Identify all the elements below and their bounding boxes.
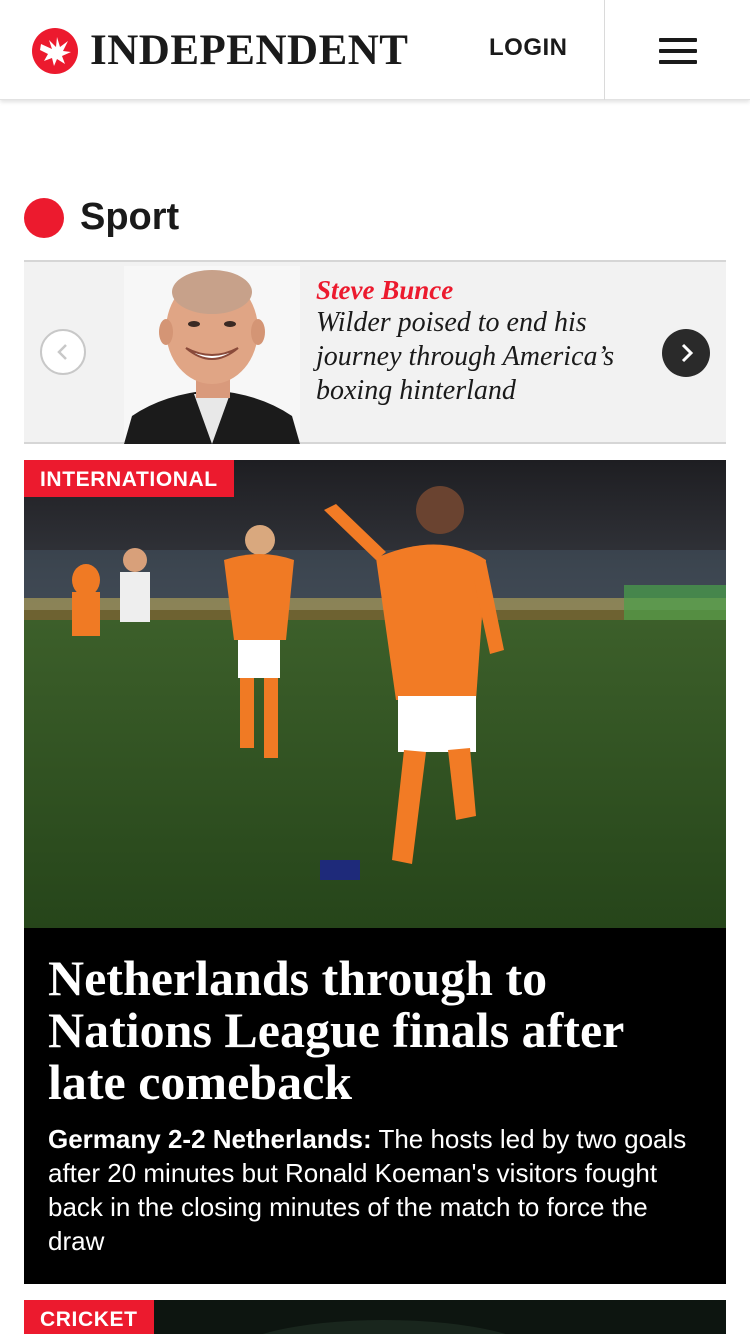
columnist-carousel: Steve Bunce Wilder poised to end his jou…: [24, 260, 726, 444]
section-dot-icon: [24, 198, 64, 238]
columnist-name: Steve Bunce: [316, 275, 454, 305]
carousel-article[interactable]: Steve Bunce Wilder poised to end his jou…: [316, 274, 616, 408]
chevron-right-icon: [681, 343, 694, 363]
columnist-portrait[interactable]: [124, 266, 300, 444]
lead-article-title: Netherlands through to Nations League fi…: [48, 950, 624, 1110]
lead-article-card[interactable]: INTERNATIONAL Netherlands through to Nat…: [24, 460, 726, 1284]
site-logo[interactable]: INDEPENDENT: [32, 27, 409, 75]
chevron-left-icon: [57, 344, 67, 360]
login-button[interactable]: LOGIN: [489, 34, 568, 62]
next-article-card[interactable]: CRICKET: [24, 1300, 726, 1334]
site-logo-text: INDEPENDENT: [90, 27, 409, 74]
header-divider: [604, 0, 605, 100]
category-tag[interactable]: INTERNATIONAL: [24, 460, 234, 497]
carousel-prev-button[interactable]: [40, 329, 86, 375]
eagle-logo-icon: [32, 28, 78, 74]
hamburger-menu-icon[interactable]: [659, 38, 697, 64]
carousel-next-button[interactable]: [662, 329, 710, 377]
standfirst-score: Germany 2-2 Netherlands:: [48, 1124, 372, 1154]
site-header: INDEPENDENT LOGIN: [0, 0, 750, 100]
carousel-headline: Wilder poised to end his journey through…: [316, 307, 615, 406]
category-tag[interactable]: CRICKET: [24, 1300, 154, 1334]
lead-article-image: INTERNATIONAL: [24, 460, 726, 928]
lead-article-standfirst: Germany 2-2 Netherlands: The hosts led b…: [48, 1122, 698, 1258]
section-title: Sport: [80, 196, 180, 238]
